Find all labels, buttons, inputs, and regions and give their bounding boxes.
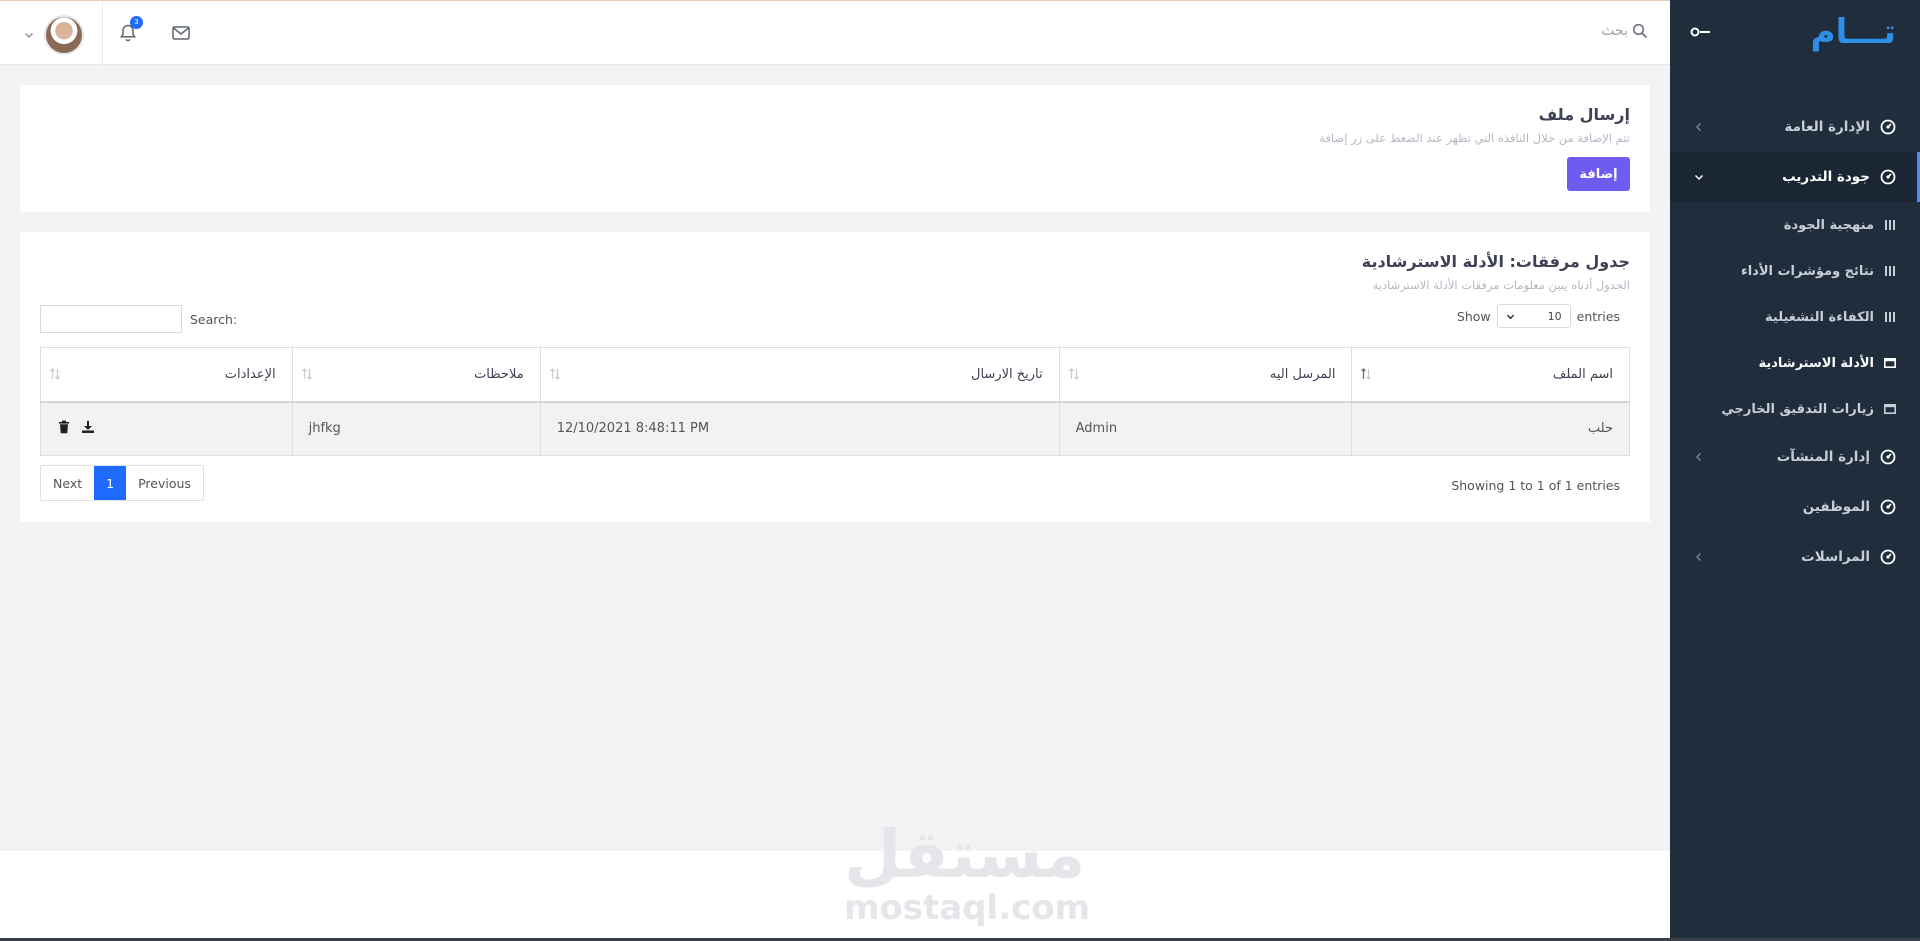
watermark-arabic: مستقل [844, 816, 1086, 893]
gauge-icon [1880, 119, 1896, 135]
topbar: 3 بحث [0, 0, 1670, 65]
top-search[interactable]: بحث [1601, 23, 1648, 39]
watermark-latin: mostaql.com [844, 888, 1091, 928]
upload-card: إرسال ملف تتم الإضافة من خلال النافذة ال… [20, 85, 1650, 212]
upload-card-subtitle: تتم الإضافة من خلال النافذة التي تظهر عن… [1319, 131, 1630, 145]
table-header-row: اسم الملف المرسل اليه تاريخ الارسال ملاح… [40, 347, 1630, 403]
attachments-card-subtitle: الجدول أدناه يبين معلومات مرفقات الأدلة … [1372, 278, 1630, 292]
sort-icon [549, 368, 560, 381]
row-actions [57, 420, 95, 434]
table-search: Search: [40, 305, 237, 333]
search-input[interactable]: بحث [1601, 23, 1628, 39]
sidebar-item-correspondence[interactable]: المراسلات [1670, 532, 1920, 582]
divider [102, 1, 103, 65]
chevron-left-icon [1696, 553, 1701, 561]
sidebar-item-general-admin[interactable]: الإدارة العامة [1670, 102, 1920, 152]
sidebar-item-training-quality[interactable]: جودة التدريب [1670, 152, 1920, 202]
footer [0, 851, 1670, 941]
cell-file-name: حلب [1351, 401, 1630, 456]
attachments-card-title: جدول مرفقات: الأدلة الاسترشادية [1361, 252, 1630, 271]
chevron-down-icon[interactable] [24, 30, 34, 40]
sidebar-subitem-label: منهجية الجودة [1783, 217, 1874, 233]
user-menu[interactable] [24, 15, 84, 55]
cell-send-date: 12/10/2021 8:48:11 PM [539, 401, 1060, 456]
table-search-label: Search: [190, 311, 238, 327]
sort-asc-icon [1361, 368, 1372, 381]
sidebar-subitem-label: الكفاءة التشغيلية [1765, 309, 1874, 325]
attachments-card: جدول مرفقات: الأدلة الاسترشادية الجدول أ… [20, 232, 1650, 522]
search-icon [1632, 23, 1648, 39]
attachments-table: اسم الملف المرسل اليه تاريخ الارسال ملاح… [40, 347, 1630, 456]
chevron-left-icon [1696, 453, 1701, 461]
sort-icon [1068, 368, 1079, 381]
sidebar-item-label: الإدارة العامة [1784, 119, 1870, 135]
entries-label: entries [1576, 308, 1620, 324]
gauge-icon [1880, 449, 1896, 465]
notification-badge: 3 [130, 16, 143, 29]
cell-notes: jhfkg [291, 401, 541, 456]
sidebar-subitem-operational-efficiency[interactable]: الكفاءة التشغيلية [1670, 294, 1920, 340]
previous-page-button[interactable]: Previous [126, 466, 203, 500]
entries-select[interactable]: 10 [1496, 304, 1571, 328]
column-header-notes[interactable]: ملاحظات [291, 347, 541, 403]
pagination: Next 1 Previous [40, 465, 204, 501]
mail-icon [172, 26, 190, 40]
watermark: مستقل mostaql.com [844, 816, 1091, 928]
messages-button[interactable] [171, 24, 191, 42]
sidebar-subitem-quality-methodology[interactable]: منهجية الجودة [1670, 202, 1920, 248]
sidebar-item-label: المراسلات [1801, 549, 1870, 565]
sidebar-item-facilities[interactable]: إدارة المنشآت [1670, 432, 1920, 482]
sidebar-subitem-performance-results[interactable]: نتائج ومؤشرات الأداء [1670, 248, 1920, 294]
table-search-input[interactable] [40, 305, 182, 333]
avatar[interactable] [44, 15, 84, 55]
chevron-down-icon [1506, 314, 1514, 319]
bars-icon [1885, 266, 1895, 276]
add-button[interactable]: إضافة [1567, 157, 1630, 191]
sidebar-subitem-label: نتائج ومؤشرات الأداء [1741, 263, 1874, 279]
table-row: حلب Admin 12/10/2021 8:48:11 PM jhfkg [40, 401, 1630, 456]
trash-icon[interactable] [57, 420, 71, 434]
show-label: Show [1456, 308, 1491, 324]
chevron-down-icon [1695, 175, 1703, 180]
entries-value: 10 [1547, 309, 1562, 323]
sidebar-item-label: جودة التدريب [1782, 169, 1870, 185]
next-page-button[interactable]: Next [41, 466, 95, 500]
sidebar: تـــام الإدارة العامة جودة التدريب منهجي… [1670, 0, 1920, 941]
notifications-button[interactable]: 3 [118, 16, 143, 43]
app-logo[interactable]: تـــام [1811, 12, 1897, 52]
gauge-icon [1880, 549, 1896, 565]
sidebar-header: تـــام [1670, 0, 1920, 64]
sidebar-subitem-guidelines[interactable]: الأدلة الاسترشادية [1670, 340, 1920, 386]
sidebar-item-employees[interactable]: الموظفين [1670, 482, 1920, 532]
column-header-recipient[interactable]: المرسل اليه [1058, 347, 1353, 403]
gauge-icon [1880, 169, 1896, 185]
sidebar-subitem-label: زيارات التدقيق الخارجي [1721, 401, 1874, 417]
window-icon [1884, 357, 1896, 368]
entries-control: Show 10 entries [1457, 304, 1620, 328]
sidebar-toggle-icon[interactable] [1690, 25, 1712, 39]
upload-card-title: إرسال ملف [1538, 105, 1630, 124]
window-icon [1884, 403, 1896, 414]
column-header-settings[interactable]: الإعدادات [40, 347, 293, 403]
column-header-file-name[interactable]: اسم الملف [1351, 347, 1630, 403]
gauge-icon [1880, 499, 1896, 515]
sidebar-item-label: إدارة المنشآت [1776, 449, 1870, 465]
sidebar-menu: الإدارة العامة جودة التدريب منهجية الجود… [1670, 102, 1920, 582]
column-header-send-date[interactable]: تاريخ الارسال [539, 347, 1060, 403]
table-info: Showing 1 to 1 of 1 entries [1451, 478, 1620, 493]
sort-icon [50, 368, 60, 381]
bars-icon [1885, 220, 1895, 230]
bars-icon [1885, 312, 1895, 322]
sort-icon [301, 368, 312, 381]
page-1-button[interactable]: 1 [94, 466, 127, 500]
download-icon[interactable] [81, 420, 95, 434]
chevron-left-icon [1696, 123, 1701, 131]
sidebar-item-label: الموظفين [1802, 499, 1870, 515]
cell-recipient: Admin [1058, 401, 1353, 456]
cell-actions [40, 401, 293, 456]
sidebar-subitem-external-audit[interactable]: زيارات التدقيق الخارجي [1670, 386, 1920, 432]
sidebar-subitem-label: الأدلة الاسترشادية [1758, 355, 1874, 371]
